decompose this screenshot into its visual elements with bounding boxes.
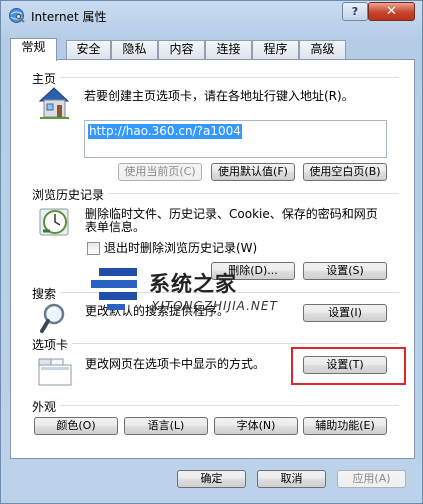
ok-button[interactable]: 确定 <box>177 470 246 488</box>
home-page-url-field[interactable]: http://hao.360.cn/?a1004 <box>84 120 387 158</box>
tab-content[interactable]: 内容 <box>158 40 205 59</box>
search-description: 更改默认的搜索提供程序。 <box>85 304 230 318</box>
delete-history-on-exit-label: 退出时删除浏览历史记录(W) <box>104 241 258 255</box>
use-default-button[interactable]: 使用默认值(F) <box>211 163 295 181</box>
delete-history-button[interactable]: 删除(D)... <box>211 262 295 280</box>
history-settings-button[interactable]: 设置(S) <box>303 262 387 280</box>
colors-button[interactable]: 颜色(O) <box>34 417 118 435</box>
tabbed-window-icon <box>38 358 72 386</box>
search-settings-button[interactable]: 设置(I) <box>303 304 387 322</box>
window-title: Internet 属性 <box>31 10 107 24</box>
tabs-group-divider <box>71 343 399 344</box>
magnifier-icon <box>40 303 65 333</box>
close-button[interactable]: ✕ <box>368 2 415 21</box>
tabs-group-label: 选项卡 <box>32 336 73 353</box>
tab-security[interactable]: 安全 <box>66 40 111 59</box>
title-bar[interactable]: Internet 属性 ? ✕ <box>1 1 422 31</box>
apply-button[interactable]: 应用(A) <box>337 470 406 488</box>
home-group-divider <box>59 77 399 78</box>
delete-history-on-exit-checkbox[interactable] <box>87 242 100 255</box>
tabs-settings-highlight-box <box>291 347 406 385</box>
home-page-url-value: http://hao.360.cn/?a1004 <box>88 124 242 139</box>
tab-programs[interactable]: 程序 <box>252 40 299 59</box>
history-description-line2: 表单信息。 <box>85 220 146 234</box>
history-clock-icon <box>39 208 69 236</box>
help-button[interactable]: ? <box>342 2 368 21</box>
home-description: 若要创建主页选项卡，请在各地址行键入地址(R)。 <box>84 89 354 103</box>
fonts-button[interactable]: 字体(N) <box>214 417 298 435</box>
search-group-divider <box>59 292 399 293</box>
use-current-button[interactable]: 使用当前页(C) <box>118 163 202 181</box>
languages-button[interactable]: 语言(L) <box>124 417 208 435</box>
house-icon <box>38 87 70 119</box>
internet-options-icon <box>9 8 25 23</box>
use-blank-button[interactable]: 使用空白页(B) <box>303 163 387 181</box>
internet-options-dialog: Internet 属性 ? ✕ 常规 安全 隐私 内容 连接 程序 高级 主页 … <box>0 0 423 504</box>
accessibility-button[interactable]: 辅助功能(E) <box>303 417 387 435</box>
tab-privacy[interactable]: 隐私 <box>111 40 158 59</box>
cancel-button[interactable]: 取消 <box>257 470 326 488</box>
tab-connections[interactable]: 连接 <box>205 40 252 59</box>
tab-advanced[interactable]: 高级 <box>299 40 346 59</box>
search-group-label: 搜索 <box>32 285 61 302</box>
appearance-group-label: 外观 <box>32 398 61 415</box>
appearance-group-divider <box>59 405 399 406</box>
history-description-line1: 删除临时文件、历史记录、Cookie、保存的密码和网页 <box>85 207 378 221</box>
history-group-divider <box>107 193 399 194</box>
tabs-description: 更改网页在选项卡中显示的方式。 <box>85 357 266 371</box>
history-group-label: 浏览历史记录 <box>32 186 109 203</box>
tab-general[interactable]: 常规 <box>10 38 57 61</box>
